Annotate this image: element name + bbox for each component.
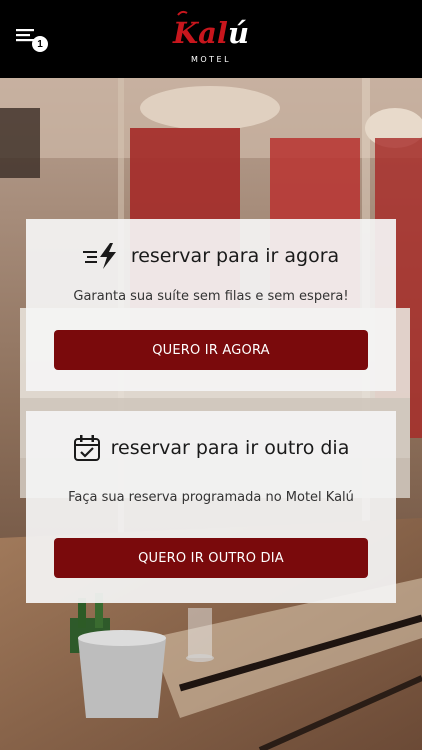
calendar-check-icon	[73, 434, 101, 462]
quero-ir-agora-button[interactable]: QUERO IR AGORA	[54, 330, 368, 370]
notification-badge: 1	[32, 36, 48, 52]
fast-lightning-icon	[82, 242, 121, 270]
card-subtitle: Faça sua reserva programada no Motel Kal…	[68, 490, 354, 505]
svg-text:Kalú: Kalú	[172, 16, 249, 50]
app-header: 1 Kalú MOTEL	[0, 0, 422, 78]
kalu-motel-logo: Kalú MOTEL	[170, 8, 252, 68]
quero-ir-outro-dia-button[interactable]: QUERO IR OUTRO DIA	[54, 538, 368, 578]
reserve-now-card: reservar para ir agora Garanta sua suíte…	[26, 219, 396, 391]
card-title: reservar para ir outro dia	[110, 437, 350, 459]
menu-button[interactable]: 1	[16, 28, 50, 54]
svg-text:MOTEL: MOTEL	[191, 55, 231, 64]
card-title: reservar para ir agora	[130, 245, 340, 267]
reserve-other-day-card: reservar para ir outro dia Faça sua rese…	[26, 411, 396, 603]
card-subtitle: Garanta sua suíte sem filas e sem espera…	[73, 289, 349, 304]
